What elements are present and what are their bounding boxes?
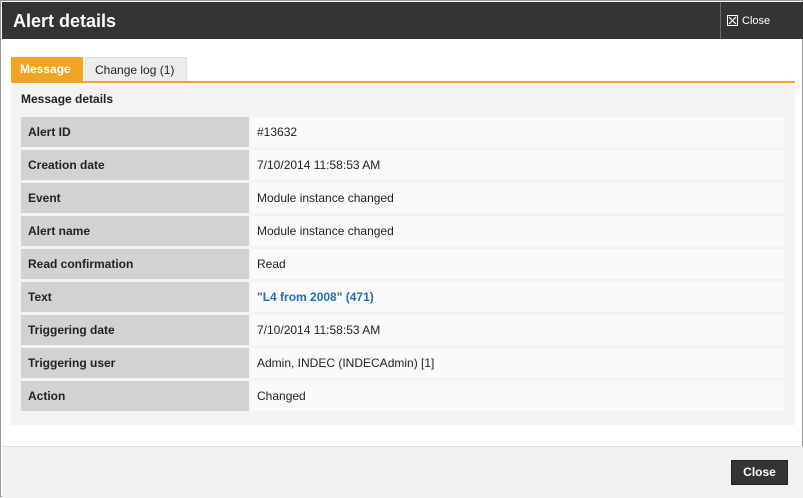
detail-value: #13632 — [251, 117, 784, 147]
detail-row-text: Text "L4 from 2008" (471) — [21, 282, 784, 312]
detail-row-triggering-date: Triggering date 7/10/2014 11:58:53 AM — [21, 315, 784, 345]
detail-row-triggering-user: Triggering user Admin, INDEC (INDECAdmin… — [21, 348, 784, 378]
detail-label: Text — [21, 282, 249, 312]
detail-row-alert-id: Alert ID #13632 — [21, 117, 784, 147]
detail-row-read-confirmation: Read confirmation Read — [21, 249, 784, 279]
detail-label: Action — [21, 381, 249, 411]
dialog-title: Alert details — [13, 11, 117, 31]
detail-row-action: Action Changed — [21, 381, 784, 411]
detail-row-alert-name: Alert name Module instance changed — [21, 216, 784, 246]
detail-value: Read — [251, 249, 784, 279]
dialog-content: Message Change log (1) Message details A… — [11, 55, 795, 425]
tab-bar: Message Change log (1) — [11, 55, 795, 83]
detail-value: Module instance changed — [251, 216, 784, 246]
detail-label: Triggering user — [21, 348, 249, 378]
detail-label: Read confirmation — [21, 249, 249, 279]
message-panel: Message details Alert ID #13632 Creation… — [11, 83, 795, 425]
alert-details-dialog: Alert details Close Message Change log (… — [0, 0, 803, 498]
detail-value: Module instance changed — [251, 183, 784, 213]
dialog-titlebar: Alert details Close — [2, 2, 803, 39]
detail-value: 7/10/2014 11:58:53 AM — [251, 315, 784, 345]
tab-change-log[interactable]: Change log (1) — [85, 57, 187, 81]
detail-row-event: Event Module instance changed — [21, 183, 784, 213]
detail-value: Admin, INDEC (INDECAdmin) [1] — [251, 348, 784, 378]
section-title: Message details — [21, 92, 114, 106]
detail-row-creation-date: Creation date 7/10/2014 11:58:53 AM — [21, 150, 784, 180]
dialog-footer: Close — [2, 446, 803, 498]
titlebar-close-label: Close — [742, 14, 771, 27]
close-x-box-icon — [727, 15, 738, 26]
detail-label: Triggering date — [21, 315, 249, 345]
detail-value: Changed — [251, 381, 784, 411]
text-link[interactable]: "L4 from 2008" (471) — [251, 282, 784, 312]
detail-label: Alert name — [21, 216, 249, 246]
detail-label: Creation date — [21, 150, 249, 180]
tab-message[interactable]: Message — [11, 57, 83, 81]
detail-label: Alert ID — [21, 117, 249, 147]
detail-value: 7/10/2014 11:58:53 AM — [251, 150, 784, 180]
titlebar-close-button[interactable]: Close — [720, 2, 803, 39]
details-table: Alert ID #13632 Creation date 7/10/2014 … — [21, 117, 784, 414]
detail-label: Event — [21, 183, 249, 213]
close-button[interactable]: Close — [731, 460, 788, 485]
